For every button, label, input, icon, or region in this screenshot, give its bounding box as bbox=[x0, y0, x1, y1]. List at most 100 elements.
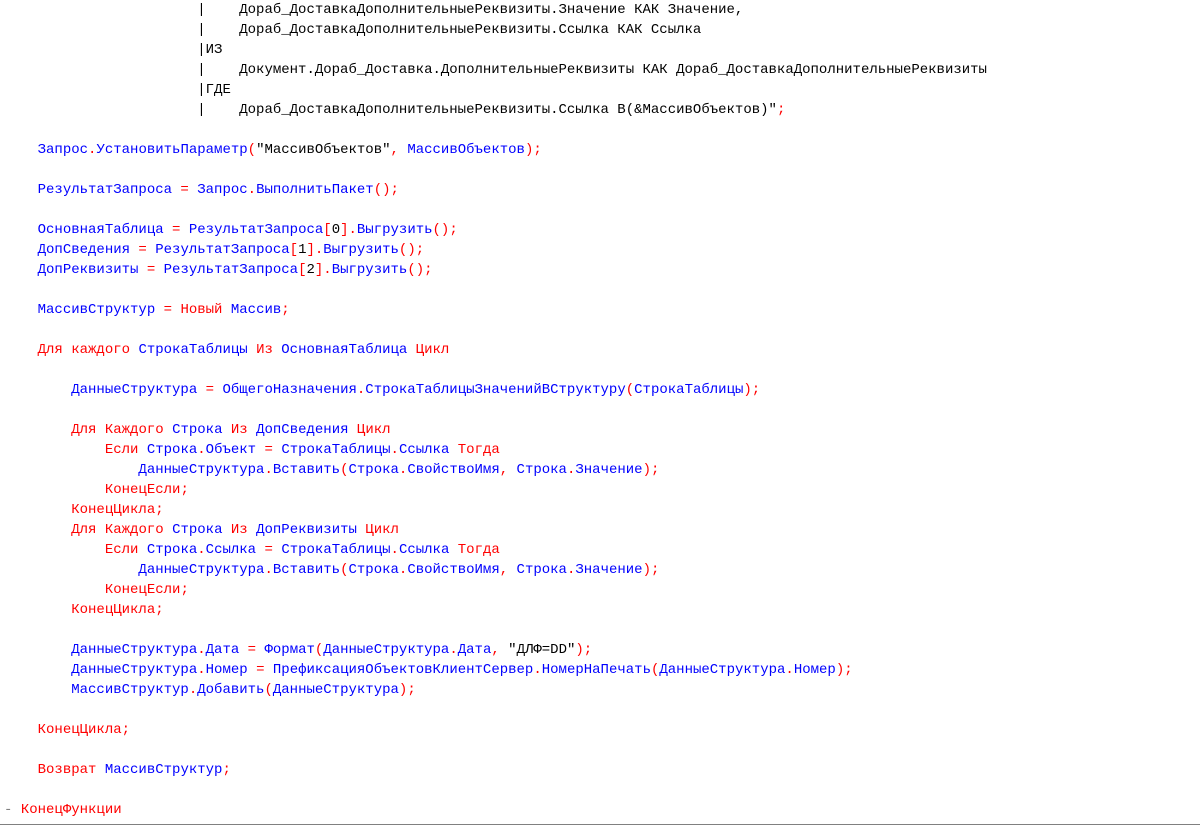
method: Вставить bbox=[273, 562, 340, 578]
property: СвойствоИмя bbox=[407, 562, 499, 578]
property: Объект bbox=[206, 442, 256, 458]
keyword-endloop: КонецЦикла bbox=[71, 502, 155, 518]
keyword-in: Из bbox=[222, 522, 256, 538]
comma: , bbox=[500, 462, 517, 478]
bracket-close-dot: ]. bbox=[340, 222, 357, 238]
semicolon: ; bbox=[424, 262, 432, 278]
equals: = bbox=[130, 242, 155, 258]
iterator: Строка bbox=[172, 522, 222, 538]
identifier: Строка bbox=[348, 562, 398, 578]
dot: . bbox=[391, 542, 399, 558]
dot: . bbox=[785, 662, 793, 678]
dot: . bbox=[449, 642, 457, 658]
method: СтрокаТаблицыЗначенийВСтруктуру bbox=[365, 382, 625, 398]
parens: () bbox=[374, 182, 391, 198]
collection: ДопРеквизиты bbox=[256, 522, 357, 538]
identifier: Строка bbox=[517, 562, 567, 578]
identifier: Строка bbox=[147, 542, 197, 558]
method: НомерНаПечать bbox=[542, 662, 651, 678]
sql-text: |ГДЕ bbox=[197, 82, 231, 98]
paren-close: ) bbox=[643, 462, 651, 478]
keyword-if: Если bbox=[105, 542, 139, 558]
identifier: ДанныеСтруктура bbox=[138, 562, 264, 578]
dot: . bbox=[197, 442, 205, 458]
semicolon: ; bbox=[416, 242, 424, 258]
identifier: ДанныеСтруктура bbox=[138, 462, 264, 478]
identifier: ДанныеСтруктура bbox=[323, 642, 449, 658]
equals: = bbox=[256, 442, 281, 458]
fold-marker[interactable]: - bbox=[4, 802, 21, 818]
keyword-in: Из bbox=[248, 342, 282, 358]
keyword-each: Каждого bbox=[96, 522, 172, 538]
semicolon: ; bbox=[844, 662, 852, 678]
paren-close: ) bbox=[575, 642, 583, 658]
semicolon: ; bbox=[651, 462, 659, 478]
semicolon: ; bbox=[752, 382, 760, 398]
identifier: МассивСтруктур bbox=[38, 302, 156, 318]
equals: = bbox=[138, 262, 163, 278]
keyword-each: Каждого bbox=[96, 422, 172, 438]
sql-text: |ИЗ bbox=[197, 42, 222, 58]
keyword-endloop: КонецЦикла bbox=[71, 602, 155, 618]
comma: , bbox=[500, 562, 517, 578]
method: ВыполнитьПакет bbox=[256, 182, 374, 198]
method: Добавить bbox=[197, 682, 264, 698]
module: ОбщегоНазначения bbox=[222, 382, 356, 398]
semicolon: ; bbox=[584, 642, 592, 658]
semicolon: ; bbox=[122, 722, 130, 738]
comma: , bbox=[391, 142, 408, 158]
keyword-do: Цикл bbox=[407, 342, 449, 358]
code-editor[interactable]: | Дораб_ДоставкаДополнительныеРеквизиты.… bbox=[0, 0, 1200, 820]
equals: = bbox=[164, 222, 189, 238]
keyword-new: Новый bbox=[180, 302, 222, 318]
collection: ДопСведения bbox=[256, 422, 348, 438]
identifier: Запрос bbox=[38, 142, 88, 158]
method: Выгрузить bbox=[357, 222, 433, 238]
parens: () bbox=[407, 262, 424, 278]
keyword-if: Если bbox=[105, 442, 139, 458]
property: Ссылка bbox=[399, 442, 449, 458]
dot: . bbox=[197, 662, 205, 678]
identifier: Строка bbox=[147, 442, 197, 458]
sql-text: | Дораб_ДоставкаДополнительныеРеквизиты.… bbox=[197, 22, 701, 38]
space bbox=[222, 302, 230, 318]
module: ПрефиксацияОбъектовКлиентСервер bbox=[273, 662, 533, 678]
identifier: СтрокаТаблицы bbox=[281, 542, 390, 558]
space bbox=[96, 762, 104, 778]
identifier: СтрокаТаблицы bbox=[281, 442, 390, 458]
comma: , bbox=[491, 642, 508, 658]
property: Номер bbox=[794, 662, 836, 678]
property: Номер bbox=[206, 662, 248, 678]
argument: ДанныеСтруктура bbox=[273, 682, 399, 698]
dot: . bbox=[197, 642, 205, 658]
property: Ссылка bbox=[206, 542, 256, 558]
property: Дата bbox=[458, 642, 492, 658]
identifier: РезультатЗапроса bbox=[164, 262, 298, 278]
method: Выгрузить bbox=[332, 262, 408, 278]
property: Дата bbox=[206, 642, 240, 658]
paren-close: ) bbox=[643, 562, 651, 578]
semicolon: ; bbox=[533, 142, 541, 158]
keyword-in: Из bbox=[222, 422, 256, 438]
paren-open: ( bbox=[626, 382, 634, 398]
equals: = bbox=[155, 302, 180, 318]
parens: () bbox=[433, 222, 450, 238]
keyword-endfunction: КонецФункции bbox=[21, 802, 122, 818]
identifier: РезультатЗапроса bbox=[38, 182, 172, 198]
index: 0 bbox=[332, 222, 340, 238]
equals: = bbox=[248, 662, 273, 678]
index: 2 bbox=[306, 262, 314, 278]
semicolon: ; bbox=[180, 582, 188, 598]
semicolon: ; bbox=[155, 502, 163, 518]
keyword-then: Тогда bbox=[449, 542, 499, 558]
keyword-for: Для bbox=[71, 422, 96, 438]
keyword-endif: КонецЕсли bbox=[105, 582, 181, 598]
identifier: ДопРеквизиты bbox=[38, 262, 139, 278]
space bbox=[138, 542, 146, 558]
space bbox=[138, 442, 146, 458]
identifier: РезультатЗапроса bbox=[155, 242, 289, 258]
identifier: МассивСтруктур bbox=[105, 762, 223, 778]
method: УстановитьПараметр bbox=[96, 142, 247, 158]
iterator: СтрокаТаблицы bbox=[138, 342, 247, 358]
collection: ОсновнаяТаблица bbox=[281, 342, 407, 358]
